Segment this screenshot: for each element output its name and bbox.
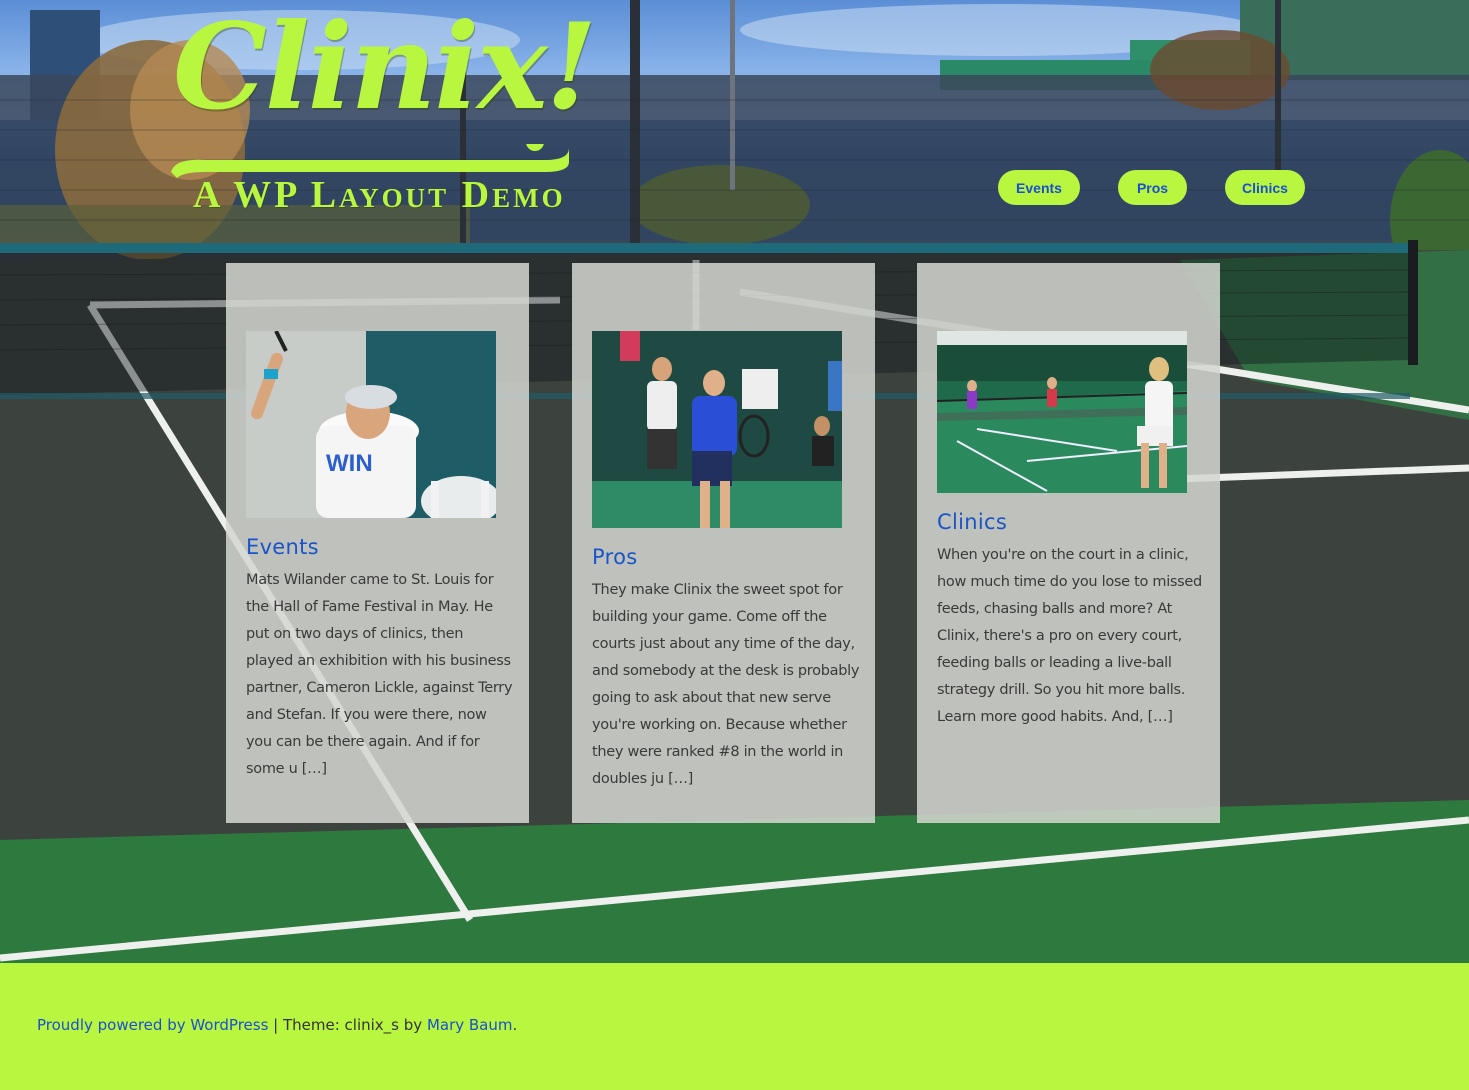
footer-trailing-period: . [512,1016,518,1034]
indoor-court-photo-icon [937,331,1187,493]
post-excerpt-pros: They make Clinix the sweet spot for buil… [592,582,860,787]
post-title-events[interactable]: Events [246,535,319,559]
svg-text:WIN: WIN [326,450,373,477]
post-card-pros: Pros They make Clinix the sweet spot for… [572,263,875,823]
post-thumbnail-events[interactable]: WIN [246,331,496,518]
logo-wordmark: Clinix! [173,0,597,136]
doubles-match-photo-icon [592,331,842,528]
nav-item-events[interactable]: Events [998,170,1080,205]
nav-item-pros[interactable]: Pros [1118,170,1187,205]
site-footer: Proudly powered by WordPress | Theme: cl… [0,963,1469,1090]
post-card-clinics: Clinics When you're on the court in a cl… [917,263,1220,823]
post-excerpt-clinics: When you're on the court in a clinic, ho… [937,547,1202,725]
theme-author-link[interactable]: Mary Baum [427,1016,513,1034]
post-title-clinics[interactable]: Clinics [937,510,1007,534]
footer-theme-text: | Theme: clinix_s by [268,1016,427,1034]
post-thumbnail-clinics[interactable] [937,331,1187,493]
post-card-events: WIN Events Mats Wilander came to St. Lou… [226,263,529,823]
nav-item-clinics[interactable]: Clinics [1225,170,1305,205]
powered-by-wordpress-link[interactable]: Proudly powered by WordPress [37,1016,268,1034]
post-thumbnail-pros[interactable] [592,331,842,528]
tennis-player-photo-icon: WIN [246,331,496,518]
hero-background: Clinix! A WP Layout Demo Events Pros Cli… [0,0,1469,963]
post-title-pros[interactable]: Pros [592,545,637,569]
footer-credits: Proudly powered by WordPress | Theme: cl… [37,1016,517,1034]
main-navigation: Events Pros Clinics [0,170,1469,205]
post-excerpt-events: Mats Wilander came to St. Louis for the … [246,572,513,777]
